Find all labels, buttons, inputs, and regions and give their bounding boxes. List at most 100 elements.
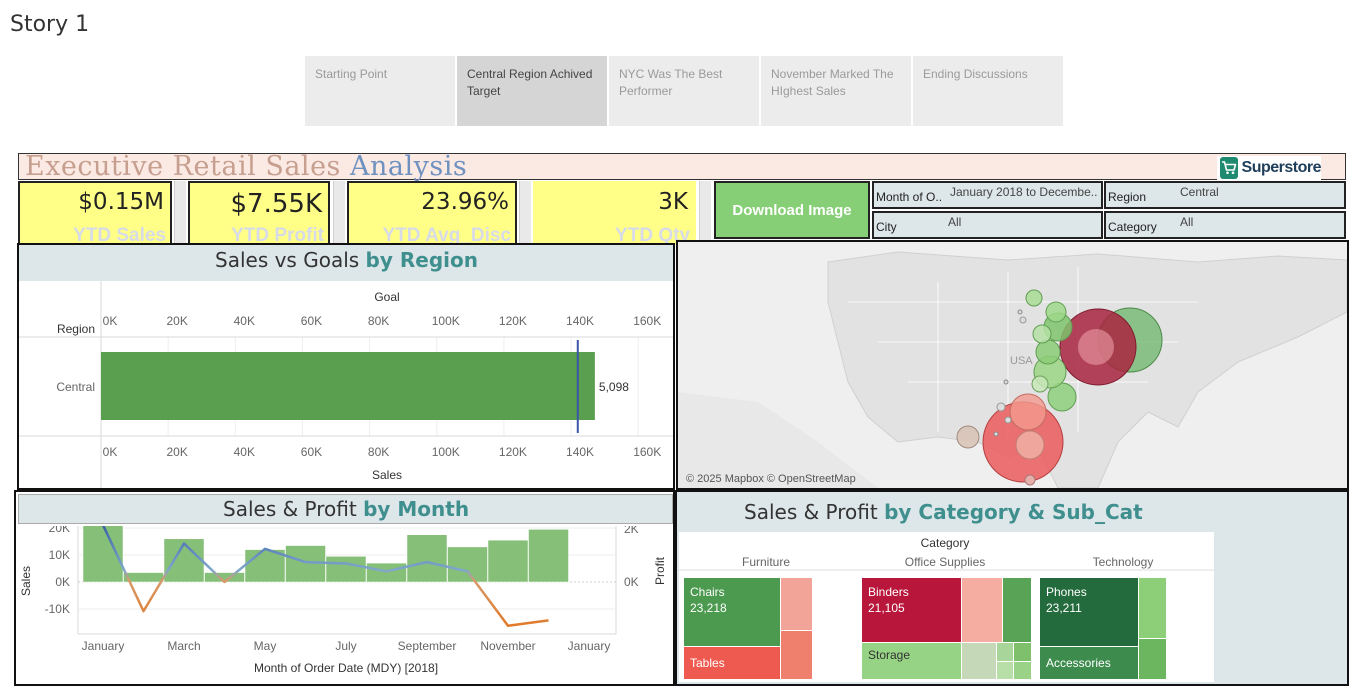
tick-label: 40K (234, 314, 255, 328)
panel-title-highlight: by Region (365, 248, 478, 272)
x-axis-label: Month of Order Date (MDY) [2018] (254, 661, 438, 675)
sales-bar[interactable] (487, 539, 529, 583)
panel-title-highlight: by Category & Sub_Cat (884, 500, 1143, 524)
treemap-cell[interactable] (962, 643, 996, 679)
tick-label: 20K (166, 314, 187, 328)
kpi-scrollbar[interactable] (333, 181, 345, 245)
treemap-label: Tables (690, 656, 725, 670)
treemap-cell[interactable] (997, 662, 1013, 679)
map-attribution[interactable]: © 2025 Mapbox © OpenStreetMap (686, 473, 856, 485)
tick-label: November (480, 639, 535, 653)
treemap-cell[interactable] (962, 578, 1002, 642)
left-axis-ticks: 20K 10K 0K -10K (45, 526, 70, 616)
panel-title-highlight: by Month (363, 497, 470, 521)
treemap-label: Chairs (690, 585, 725, 599)
filter-value[interactable]: January 2018 to Decembe.. (950, 185, 1100, 199)
category-label-office-supplies: Office Supplies (905, 555, 986, 569)
tick-label: -10K (45, 602, 70, 616)
category-treemap: Category Furniture Office Supplies Techn… (679, 532, 1214, 682)
dashboard-title: Executive Retail Sales Analysis (25, 151, 467, 182)
treemap-cell[interactable] (781, 578, 812, 630)
shopping-cart-icon (1220, 157, 1238, 179)
tick-label: 10K (49, 548, 70, 562)
top-axis-ticks: 0K 20K 40K 60K 80K 100K 120K 140K 160K (103, 314, 662, 328)
tick-label: 40K (234, 445, 255, 459)
tick-label: July (335, 639, 356, 653)
filter-label: Month of O.. (876, 190, 943, 204)
filter-category[interactable]: Category All (1104, 211, 1346, 239)
story-tab-november-sales[interactable]: November Marked The HIghest Sales (761, 56, 911, 126)
sales-bar[interactable] (406, 534, 448, 583)
panel-title: Sales vs Goals by Region (215, 248, 478, 272)
download-image-button[interactable]: Download Image (714, 181, 870, 239)
kpi-label: YTD Avg_Disc (382, 225, 511, 245)
row-header: Region (57, 322, 95, 336)
y-left-label: Sales (19, 566, 33, 596)
tick-label: 120K (499, 445, 527, 459)
treemap-cell[interactable] (1003, 578, 1031, 642)
top-axis-title: Goal (374, 290, 399, 304)
panel-title-text: Sales vs Goals (215, 248, 366, 272)
treemap-cell[interactable] (1014, 662, 1031, 679)
title-banner: Executive Retail Sales Analysis Supersto… (18, 151, 1346, 182)
tick-label: 20K (49, 526, 70, 535)
tick-label: 20K (166, 445, 187, 459)
filter-region[interactable]: Region Central (1104, 181, 1346, 209)
filter-month-of-order[interactable]: Month of O.. January 2018 to Decembe.. (872, 181, 1103, 209)
sales-map-panel[interactable]: USA © 2025 Mapbox © OpenStreetMap (676, 240, 1349, 490)
dashboard-title-part2: Analysis (349, 151, 468, 182)
panel-title: Sales & Profit by Category & Sub_Cat (744, 500, 1143, 524)
tick-label: May (254, 639, 277, 653)
tick-label: September (398, 639, 457, 653)
story-tab-nyc-best[interactable]: NYC Was The Best Performer (609, 56, 759, 126)
dashboard-title-part1: Executive Retail Sales (25, 151, 350, 182)
data-label: 5,098 (599, 380, 629, 394)
story-tab-central-region[interactable]: Central Region Achived Target (457, 56, 607, 126)
month-chart: 20K 10K 0K -10K 2K 0K January March May July Sep… (19, 526, 667, 675)
bottom-axis-ticks: 0K 20K 40K 60K 80K 100K 120K 140K 160K (103, 445, 662, 459)
kpi-ytd-profit: $7.55K YTD Profit (188, 181, 330, 245)
treemap-cell[interactable] (997, 643, 1013, 661)
kpi-scrollbar[interactable] (519, 181, 531, 245)
treemap-cell[interactable] (1014, 643, 1031, 661)
tick-label: 160K (633, 445, 661, 459)
treemap-cell[interactable] (1139, 639, 1166, 679)
tick-label: 140K (566, 445, 594, 459)
filter-value[interactable]: All (948, 215, 961, 229)
story-title: Story 1 (10, 12, 90, 37)
kpi-value: $0.15M (78, 189, 164, 215)
treemap-label: Storage (868, 648, 910, 662)
y-right-label: Profit (653, 556, 667, 585)
kpi-ytd-avg-disc: 23.96% YTD Avg_Disc (347, 181, 517, 245)
tick-label: 2K (624, 526, 639, 536)
country-label: USA (1010, 355, 1033, 367)
tick-label: 60K (301, 314, 322, 328)
story-tab-ending-discussions[interactable]: Ending Discussions (913, 56, 1063, 126)
sales-bar[interactable] (447, 546, 488, 583)
tick-label: 0K (624, 575, 639, 589)
filter-label: Region (1108, 190, 1147, 204)
treemap-cell[interactable] (1139, 578, 1166, 638)
panel-title-text: Sales & Profit (223, 497, 364, 521)
filter-value[interactable]: All (1180, 215, 1193, 229)
filter-city[interactable]: City All (872, 211, 1103, 239)
tick-label: 0K (55, 575, 70, 589)
category-label: Central (56, 380, 95, 394)
sales-bar[interactable] (528, 529, 569, 583)
tick-label: 80K (368, 445, 389, 459)
sales-profit-category-panel: Sales & Profit by Category & Sub_Cat Cat… (675, 490, 1349, 686)
tick-label: March (167, 639, 200, 653)
tick-label: 100K (432, 445, 460, 459)
filter-value[interactable]: Central (1180, 185, 1219, 199)
story-tab-starting-point[interactable]: Starting Point (305, 56, 455, 126)
us-map[interactable]: USA © 2025 Mapbox © OpenStreetMap (678, 242, 1347, 488)
sales-bar[interactable] (325, 556, 367, 583)
bar-central[interactable] (101, 352, 595, 420)
right-axis-ticks: 2K 0K (624, 526, 639, 589)
kpi-scrollbar[interactable] (174, 181, 186, 245)
kpi-scrollbar[interactable] (699, 181, 711, 245)
panel-title: Sales & Profit by Month (223, 497, 469, 521)
category-header: Category (921, 536, 970, 550)
treemap-cell[interactable] (781, 631, 812, 679)
filter-label: City (876, 220, 897, 234)
